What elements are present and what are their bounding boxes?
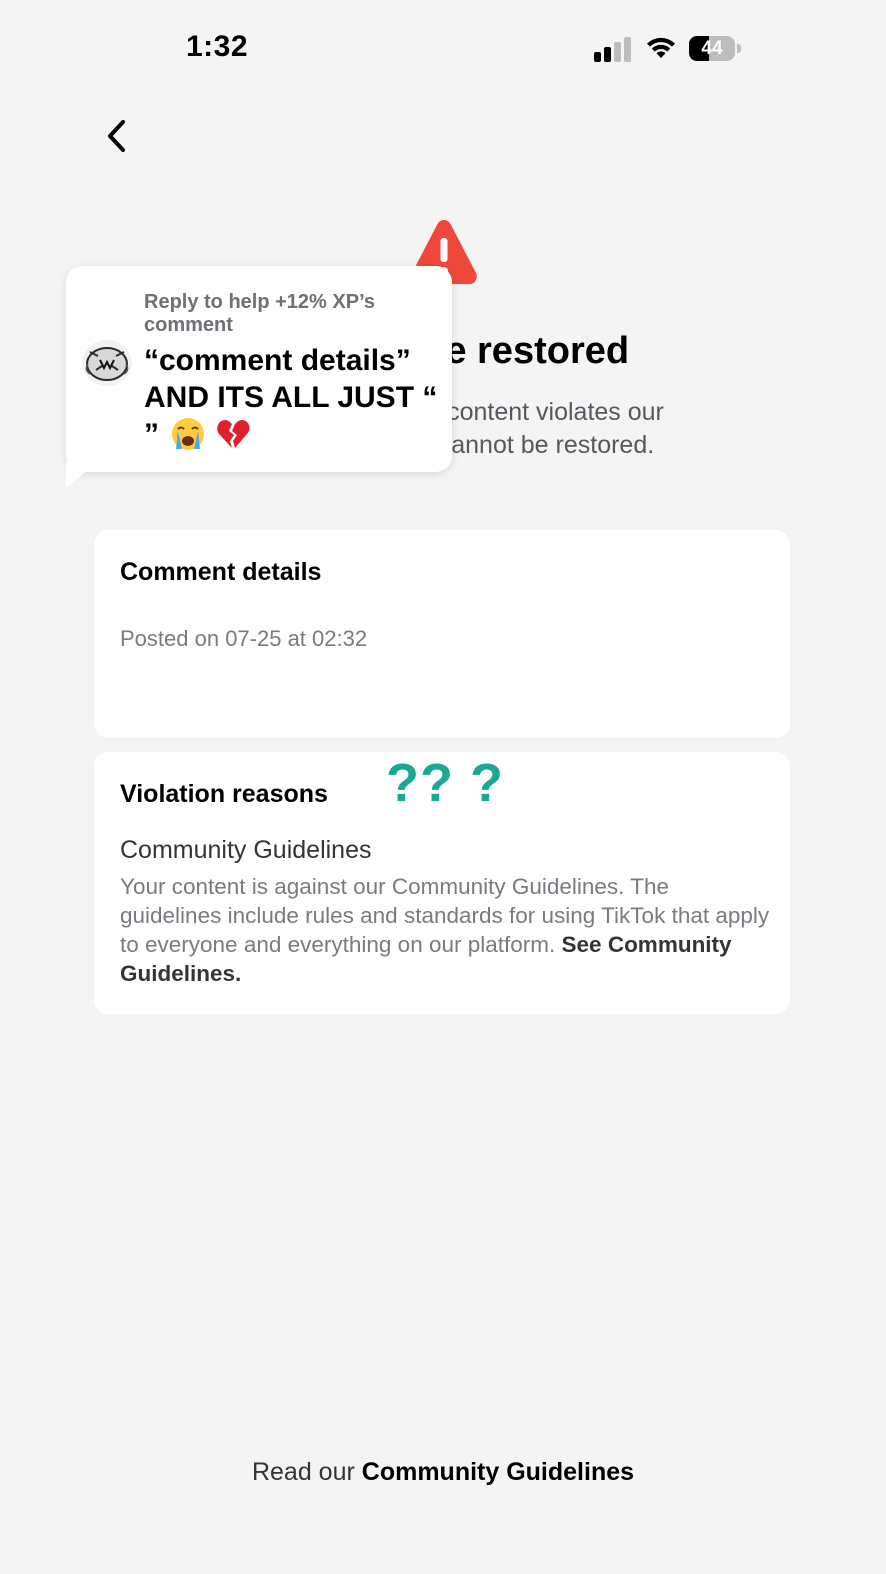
battery-icon: 44	[689, 36, 735, 61]
broken-heart-icon	[216, 420, 250, 448]
violation-reason-description: Your content is against our Community Gu…	[120, 872, 770, 988]
violation-reasons-title: Violation reasons	[120, 780, 328, 808]
footer: Read our Community Guidelines	[0, 1458, 886, 1487]
avatar-image	[82, 340, 132, 386]
avatar	[82, 340, 132, 386]
wifi-icon	[647, 37, 675, 58]
cellular-signal-icon	[594, 36, 632, 62]
community-guidelines-link[interactable]: Community Guidelines	[362, 1458, 634, 1486]
signal-bar	[594, 52, 601, 62]
violation-reason-title: Community Guidelines	[120, 836, 372, 864]
battery-level: 44	[701, 38, 723, 59]
footer-prefix: Read our	[251, 1458, 355, 1486]
reply-sticker-tail	[66, 462, 94, 488]
chevron-left-icon	[108, 120, 125, 152]
battery-cap	[737, 44, 741, 53]
back-button[interactable]	[96, 112, 140, 160]
question-marks-annotation: ?? ?	[386, 753, 504, 813]
screen: 1:32 44 t be restored our content violat…	[0, 0, 886, 1574]
loudly-crying-face-icon	[172, 418, 205, 450]
comment-details-card: Comment details Posted on 07-25 at 02:32	[94, 530, 790, 738]
reply-body: “comment details” AND ITS ALL JUST “ ”	[144, 342, 444, 453]
posted-timestamp: Posted on 07-25 at 02:32	[120, 626, 368, 651]
signal-bar	[614, 42, 621, 62]
signal-bar	[604, 47, 611, 62]
status-time: 1:32	[186, 30, 249, 63]
comment-details-title: Comment details	[120, 558, 322, 586]
signal-bar	[624, 37, 631, 62]
reply-meta: Reply to help +12% XP’s comment	[144, 291, 376, 336]
